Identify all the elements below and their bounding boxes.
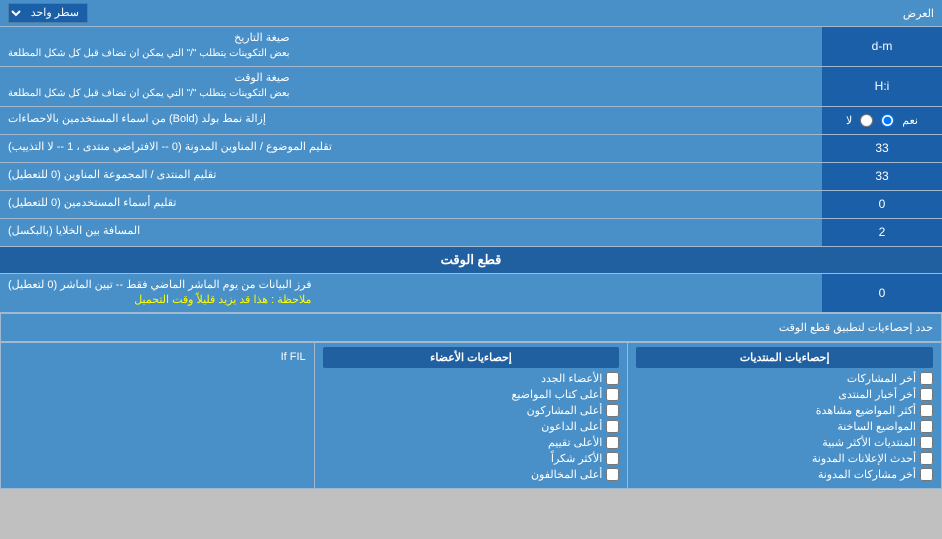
time-format-label: صيغة الوقتبعض التكوينات يتطلب "/" التي ي… (0, 67, 822, 106)
forum-stats-col: إحصاءيات المنتديات أخر المشاركات أخر أخب… (627, 343, 941, 488)
bottom-section: حدد إحصاءيات لتطبيق قطع الوقت إحصاءيات ا… (0, 313, 942, 489)
date-format-label: صيغة التاريخبعض التكوينات يتطلب "/" التي… (0, 27, 822, 66)
gap-cells-label: المسافة بين الخلايا (بالبكسل) (0, 219, 822, 246)
stat-member-1: الأعضاء الجدد (323, 372, 620, 385)
stat-forum-6: أحدث الإعلانات المدونة (636, 452, 933, 465)
cutoff-label: فرز البيانات من يوم الماشر الماضي فقط --… (0, 274, 822, 313)
stat-member-4-checkbox[interactable] (606, 420, 619, 433)
time-format-input-cell (822, 67, 942, 106)
user-names-input[interactable] (826, 197, 938, 211)
time-format-input[interactable] (826, 79, 938, 93)
forum-group-input[interactable] (826, 169, 938, 183)
stat-forum-5-checkbox[interactable] (920, 436, 933, 449)
user-names-input-cell (822, 191, 942, 218)
stat-forum-4: المواضيع الساخنة (636, 420, 933, 433)
note-col: If FIL (1, 343, 314, 488)
cutoff-row: فرز البيانات من يوم الماشر الماضي فقط --… (0, 274, 942, 314)
time-format-row: صيغة الوقتبعض التكوينات يتطلب "/" التي ي… (0, 67, 942, 107)
stat-forum-5: المنتديات الأكثر شبية (636, 436, 933, 449)
stat-member-6-checkbox[interactable] (606, 452, 619, 465)
cutoff-section-header: قطع الوقت (0, 247, 942, 274)
date-format-input-cell (822, 27, 942, 66)
forum-group-input-cell (822, 163, 942, 190)
stat-forum-1: أخر المشاركات (636, 372, 933, 385)
bold-no-radio[interactable] (860, 114, 873, 127)
member-stats-col: إحصاءيات الأعضاء الأعضاء الجدد أعلى كتاب… (314, 343, 628, 488)
cutoff-input[interactable] (826, 286, 938, 300)
stat-forum-3-checkbox[interactable] (920, 404, 933, 417)
gap-cells-input-cell (822, 219, 942, 246)
stat-forum-6-checkbox[interactable] (920, 452, 933, 465)
gap-cells-row: المسافة بين الخلايا (بالبكسل) (0, 219, 942, 247)
topic-forum-label: تقليم الموضوع / المناوين المدونة (0 -- ا… (0, 135, 822, 162)
footer-note: If FIL (9, 347, 306, 363)
topic-forum-row: تقليم الموضوع / المناوين المدونة (0 -- ا… (0, 135, 942, 163)
bold-remove-input-cell: لا نعم (822, 107, 942, 134)
stat-forum-1-checkbox[interactable] (920, 372, 933, 385)
stat-forum-2: أخر أخبار المنتدى (636, 388, 933, 401)
stat-member-2: أعلى كتاب المواضيع (323, 388, 620, 401)
stat-member-2-checkbox[interactable] (606, 388, 619, 401)
date-format-row: صيغة التاريخبعض التكوينات يتطلب "/" التي… (0, 27, 942, 67)
cutoff-note: ملاحظة : هذا قد يزيد قليلاً وقت التحميل (134, 294, 311, 306)
topic-forum-input-cell (822, 135, 942, 162)
stat-member-3-checkbox[interactable] (606, 404, 619, 417)
stat-forum-7: أخر مشاركات المدونة (636, 468, 933, 481)
stat-member-3: أعلى المشاركون (323, 404, 620, 417)
member-stats-header: إحصاءيات الأعضاء (323, 347, 620, 368)
user-names-label: تقليم أسماء المستخدمين (0 للتعطيل) (0, 191, 822, 218)
checkbox-columns: إحصاءيات المنتديات أخر المشاركات أخر أخب… (1, 342, 941, 488)
stat-member-7-checkbox[interactable] (606, 468, 619, 481)
stat-member-4: أعلى الداعون (323, 420, 620, 433)
forum-stats-header: إحصاءيات المنتديات (636, 347, 933, 368)
stat-member-5-checkbox[interactable] (606, 436, 619, 449)
bold-radio-group: لا نعم (846, 114, 918, 127)
display-label: العرض (88, 7, 934, 20)
stat-forum-7-checkbox[interactable] (920, 468, 933, 481)
bold-remove-row: لا نعم إزالة نمط بولد (Bold) من اسماء ال… (0, 107, 942, 135)
bottom-header: حدد إحصاءيات لتطبيق قطع الوقت (1, 314, 941, 342)
display-row: العرض سطر واحد سطران ثلاثة أسطر (0, 0, 942, 27)
forum-group-label: تقليم المنتدى / المجموعة المناوين (0 للت… (0, 163, 822, 190)
user-names-row: تقليم أسماء المستخدمين (0 للتعطيل) (0, 191, 942, 219)
stat-member-7: أعلى المخالفون (323, 468, 620, 481)
bold-yes-radio[interactable] (881, 114, 894, 127)
bold-remove-label: إزالة نمط بولد (Bold) من اسماء المستخدمي… (0, 107, 822, 134)
cutoff-input-cell (822, 274, 942, 313)
stat-member-1-checkbox[interactable] (606, 372, 619, 385)
stat-member-6: الأكثر شكراً (323, 452, 620, 465)
stat-member-5: الأعلى تقييم (323, 436, 620, 449)
stat-forum-4-checkbox[interactable] (920, 420, 933, 433)
gap-cells-input[interactable] (826, 225, 938, 239)
topic-forum-input[interactable] (826, 141, 938, 155)
forum-group-row: تقليم المنتدى / المجموعة المناوين (0 للت… (0, 163, 942, 191)
display-select[interactable]: سطر واحد سطران ثلاثة أسطر (8, 3, 88, 23)
stat-forum-3: أكثر المواضيع مشاهدة (636, 404, 933, 417)
date-format-input[interactable] (826, 39, 938, 53)
bottom-section-label: حدد إحصاءيات لتطبيق قطع الوقت (1, 317, 941, 338)
bold-no-label: لا (846, 114, 852, 127)
stat-forum-2-checkbox[interactable] (920, 388, 933, 401)
bold-yes-label: نعم (902, 114, 918, 127)
display-select-container: سطر واحد سطران ثلاثة أسطر (8, 3, 88, 23)
